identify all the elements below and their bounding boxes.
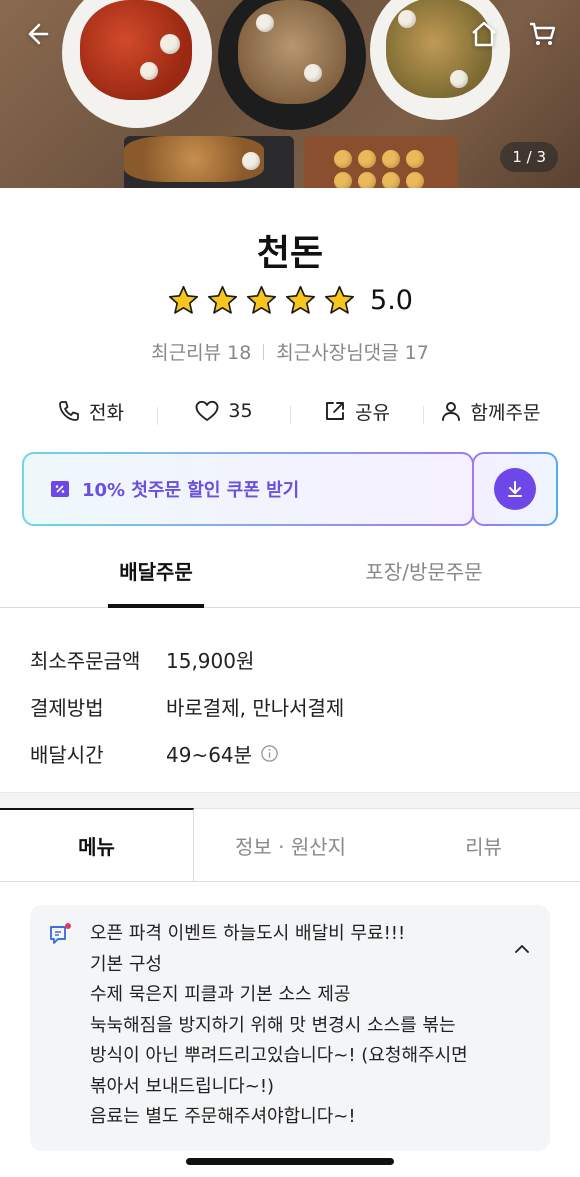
person-icon bbox=[441, 402, 460, 421]
food-tray-image bbox=[124, 136, 294, 188]
info-key: 배달시간 bbox=[30, 743, 104, 767]
back-arrow-icon bbox=[28, 23, 49, 45]
home-button[interactable] bbox=[464, 14, 504, 54]
heart-icon bbox=[195, 400, 219, 421]
tab-delivery-label: 배달주문 bbox=[119, 560, 193, 584]
call-button[interactable]: 전화 bbox=[24, 398, 157, 425]
divider bbox=[263, 343, 265, 360]
call-label: 전화 bbox=[89, 401, 124, 424]
home-indicator[interactable] bbox=[186, 1158, 394, 1165]
image-page-indicator: 1 / 3 bbox=[500, 142, 558, 172]
share-icon bbox=[326, 402, 344, 420]
order-info-list: 최소주문금액 15,900원 결제방법 바로결제, 만나서결제 배달시간 49~… bbox=[30, 636, 550, 777]
chevron-up-icon[interactable] bbox=[512, 939, 532, 959]
like-count: 35 bbox=[228, 400, 253, 422]
group-order-button[interactable]: 함께주문 bbox=[423, 398, 556, 425]
star-icon bbox=[324, 285, 355, 314]
star-icon bbox=[168, 285, 199, 314]
info-value-text: 49~64분 bbox=[166, 743, 253, 767]
info-key: 최소주문금액 bbox=[30, 649, 141, 673]
info-row-delivery-time: 배달시간 49~64분 bbox=[30, 730, 550, 777]
share-label: 공유 bbox=[355, 401, 390, 424]
star-icon bbox=[246, 285, 277, 314]
coupon-label: 10% 첫주문 할인 쿠폰 받기 bbox=[82, 480, 300, 501]
order-type-tabs: 배달주문 포장/방문주문 bbox=[0, 556, 580, 608]
like-button[interactable]: 35 bbox=[157, 399, 290, 425]
owner-replies-count[interactable]: 최근사장님댓글 17 bbox=[276, 338, 429, 365]
group-order-label: 함께주문 bbox=[470, 401, 541, 424]
info-value-text: 15,900원 bbox=[166, 649, 255, 673]
back-button[interactable] bbox=[16, 14, 56, 54]
star-icon bbox=[285, 285, 316, 314]
tab-info-origin[interactable]: 정보 · 원산지 bbox=[194, 808, 387, 881]
download-circle bbox=[494, 468, 536, 510]
cart-icon bbox=[530, 22, 556, 45]
food-tray-image bbox=[304, 136, 458, 188]
phone-icon bbox=[59, 401, 79, 421]
notice-line: 볶아서 보내드립니다~!) bbox=[90, 1075, 275, 1097]
section-divider bbox=[0, 792, 580, 808]
tab-pickup-label: 포장/방문주문 bbox=[365, 560, 483, 584]
tab-delivery-order[interactable]: 배달주문 bbox=[108, 556, 204, 608]
rating-row: 5.0 bbox=[0, 284, 580, 317]
info-value: 바로결제, 만나서결제 bbox=[166, 692, 344, 721]
food-plate-image bbox=[218, 0, 366, 130]
info-value: 49~64분 bbox=[166, 739, 279, 768]
info-row-min-order: 최소주문금액 15,900원 bbox=[30, 636, 550, 683]
notice-line: 방식이 아닌 뿌려드리고있습니다~! (요청해주시면 bbox=[90, 1045, 468, 1066]
notice-line: 기본 구성 bbox=[90, 953, 162, 975]
content-tabs: 메뉴 정보 · 원산지 리뷰 bbox=[0, 808, 580, 882]
tab-reviews[interactable]: 리뷰 bbox=[387, 808, 580, 881]
owner-notice[interactable]: 오픈 파격 이벤트 하늘도시 배달비 무료!!! 기본 구성 수제 묵은지 피클… bbox=[30, 905, 550, 1151]
home-icon bbox=[472, 21, 496, 47]
download-icon bbox=[508, 481, 522, 497]
coupon-banner[interactable]: 10% 첫주문 할인 쿠폰 받기 bbox=[22, 452, 474, 526]
tab-menu[interactable]: 메뉴 bbox=[0, 808, 194, 881]
rating-value: 5.0 bbox=[370, 285, 413, 316]
star-icon bbox=[207, 285, 238, 314]
notice-line: 눅눅해짐을 방지하기 위해 맛 변경시 소스를 볶는 bbox=[90, 1014, 456, 1036]
tab-pickup-order[interactable]: 포장/방문주문 bbox=[344, 556, 504, 608]
food-plate-image bbox=[62, 0, 212, 128]
review-summary[interactable]: 최근리뷰 18 최근사장님댓글 17 bbox=[0, 338, 580, 365]
info-key: 결제방법 bbox=[30, 696, 104, 720]
notice-line: 오픈 파격 이벤트 하늘도시 배달비 무료!!! bbox=[90, 923, 406, 944]
recent-reviews-count[interactable]: 최근리뷰 18 bbox=[151, 338, 251, 365]
share-button[interactable]: 공유 bbox=[290, 398, 423, 425]
notice-icon bbox=[50, 923, 71, 944]
hero-image[interactable]: 1 / 3 bbox=[0, 0, 580, 188]
store-action-bar: 전화 35 공유 함께주문 bbox=[24, 392, 556, 430]
coupon-icon bbox=[51, 481, 69, 497]
cart-button[interactable] bbox=[522, 14, 562, 54]
notice-line: 음료는 별도 주문해주셔야합니다~! bbox=[90, 1106, 356, 1127]
info-icon[interactable] bbox=[260, 744, 279, 763]
notice-line: 수제 묵은지 피클과 기본 소스 제공 bbox=[90, 984, 351, 1005]
store-name: 천돈 bbox=[256, 233, 324, 274]
info-value: 15,900원 bbox=[166, 645, 254, 674]
active-tab-indicator bbox=[108, 604, 204, 608]
coupon-download-button[interactable] bbox=[472, 452, 558, 526]
info-value-text: 바로결제, 만나서결제 bbox=[166, 696, 345, 720]
info-row-payment: 결제방법 바로결제, 만나서결제 bbox=[30, 683, 550, 730]
